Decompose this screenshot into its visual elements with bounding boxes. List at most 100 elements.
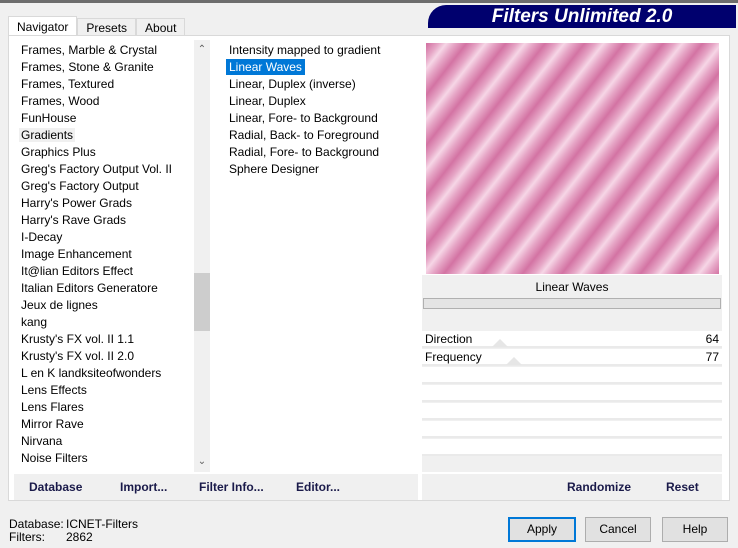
tab-navigator[interactable]: Navigator [8,16,78,37]
filter-item[interactable]: Linear, Duplex (inverse) [222,76,417,93]
category-label: Frames, Wood [21,94,100,108]
category-label: Greg's Factory Output Vol. II [21,162,173,176]
database-label: Database: [9,517,64,531]
category-item[interactable]: Nirvana [14,433,194,450]
category-label: Lens Flares [21,400,84,414]
editor-button[interactable]: Editor... [296,474,340,500]
window-top-border [0,0,738,3]
category-label: Frames, Stone & Granite [21,60,154,74]
category-label: Jeux de lignes [21,298,98,312]
category-item[interactable]: I-Decay [14,229,194,246]
preview-filter-name: Linear Waves [535,280,609,294]
category-item[interactable]: Krusty's FX vol. II 2.0 [14,348,194,365]
category-label: It@lian Editors Effect [21,264,134,278]
empty-slider-slot [422,403,722,420]
category-item[interactable]: Lens Effects [14,382,194,399]
filter-item[interactable]: Linear, Fore- to Background [222,110,417,127]
category-item[interactable]: Graphics Plus [14,144,194,161]
category-label: Nirvana [21,434,63,448]
slider-thumb-icon[interactable] [506,357,522,365]
direction-slider[interactable]: Direction 64 [422,331,722,348]
category-label: L en K landksiteofwonders [21,366,162,380]
category-label: Greg's Factory Output [21,179,139,193]
help-button[interactable]: Help [662,517,728,542]
category-label: Harry's Power Grads [21,196,132,210]
empty-slider-slot [422,385,722,402]
empty-slider-slot [422,439,722,456]
category-item[interactable]: Frames, Textured [14,76,194,93]
category-item[interactable]: Image Enhancement [14,246,194,263]
category-label: I-Decay [21,230,63,244]
slider-thumb-icon[interactable] [492,339,508,347]
direction-value: 64 [705,332,719,346]
empty-slider-slot [422,421,722,438]
category-item[interactable]: L en K landksiteofwonders [14,365,194,382]
category-item[interactable]: kang [14,314,194,331]
cancel-button[interactable]: Cancel [585,517,651,542]
filters-info: Filters: 2862 [9,530,93,544]
filter-list[interactable]: Intensity mapped to gradient Linear Waves… [222,42,417,472]
progress-bar [423,298,721,309]
frequency-value: 77 [705,350,719,364]
category-item[interactable]: Harry's Power Grads [14,195,194,212]
category-item[interactable]: FunHouse [14,110,194,127]
parameter-button-bar: Randomize Reset [422,474,722,500]
category-label: Lens Effects [21,383,87,397]
category-item[interactable]: Mirror Rave [14,416,194,433]
frequency-slider[interactable]: Frequency 77 [422,349,722,366]
category-scrollbar[interactable]: ⌃ ⌄ [194,40,210,472]
filter-label: Linear, Duplex (inverse) [229,77,356,91]
category-list[interactable]: Frames, Marble & Crystal Frames, Stone & … [14,42,194,472]
filter-label: Intensity mapped to gradient [229,43,381,57]
direction-label: Direction [425,332,473,346]
category-item[interactable]: Jeux de lignes [14,297,194,314]
category-label: Frames, Marble & Crystal [21,43,158,57]
frequency-label: Frequency [425,350,482,364]
category-label: kang [21,315,48,329]
filters-value: 2862 [66,530,93,544]
filter-item[interactable]: Intensity mapped to gradient [222,42,417,59]
category-label: Mirror Rave [21,417,84,431]
category-label: Krusty's FX vol. II 1.1 [21,332,134,346]
apply-button[interactable]: Apply [508,517,576,542]
category-item[interactable]: Harry's Rave Grads [14,212,194,229]
scroll-up-icon[interactable]: ⌃ [194,42,210,58]
category-item[interactable]: Frames, Stone & Granite [14,59,194,76]
filter-item[interactable]: Sphere Designer [222,161,417,178]
category-item[interactable]: Frames, Wood [14,93,194,110]
scroll-down-icon[interactable]: ⌄ [194,454,210,470]
category-item[interactable]: Gradients [14,127,194,144]
tab-bar: Navigator Presets About [8,16,186,37]
category-label: Harry's Rave Grads [21,213,126,227]
scroll-thumb[interactable] [194,273,210,331]
filter-label: Linear, Fore- to Background [229,111,378,125]
category-label: Krusty's FX vol. II 2.0 [21,349,134,363]
filter-item[interactable]: Radial, Back- to Foreground [222,127,417,144]
category-label: Graphics Plus [21,145,96,159]
randomize-button[interactable]: Randomize [567,474,631,500]
filter-item[interactable]: Linear, Duplex [222,93,417,110]
database-value: ICNET-Filters [66,517,138,531]
category-item[interactable]: Italian Editors Generatore [14,280,194,297]
category-item[interactable]: Krusty's FX vol. II 1.1 [14,331,194,348]
navigator-button-bar: Database Import... Filter Info... Editor… [14,474,418,500]
category-label: Image Enhancement [21,247,132,261]
category-item[interactable]: Greg's Factory Output [14,178,194,195]
filter-label: Linear Waves [226,59,305,75]
filter-label: Radial, Back- to Foreground [229,128,380,142]
category-item[interactable]: Frames, Marble & Crystal [14,42,194,59]
filter-info-button[interactable]: Filter Info... [199,474,264,500]
category-label: Gradients [19,128,76,142]
category-item[interactable]: Noise Filters [14,450,194,467]
database-info: Database: ICNET-Filters [9,517,138,531]
category-item[interactable]: Greg's Factory Output Vol. II [14,161,194,178]
database-button[interactable]: Database [29,474,82,500]
category-label: FunHouse [21,111,77,125]
category-item[interactable]: Lens Flares [14,399,194,416]
import-button[interactable]: Import... [120,474,167,500]
category-item[interactable]: It@lian Editors Effect [14,263,194,280]
filter-item[interactable]: Radial, Fore- to Background [222,144,417,161]
filter-label: Radial, Fore- to Background [229,145,380,159]
reset-button[interactable]: Reset [666,474,699,500]
filter-item[interactable]: Linear Waves [222,59,417,76]
